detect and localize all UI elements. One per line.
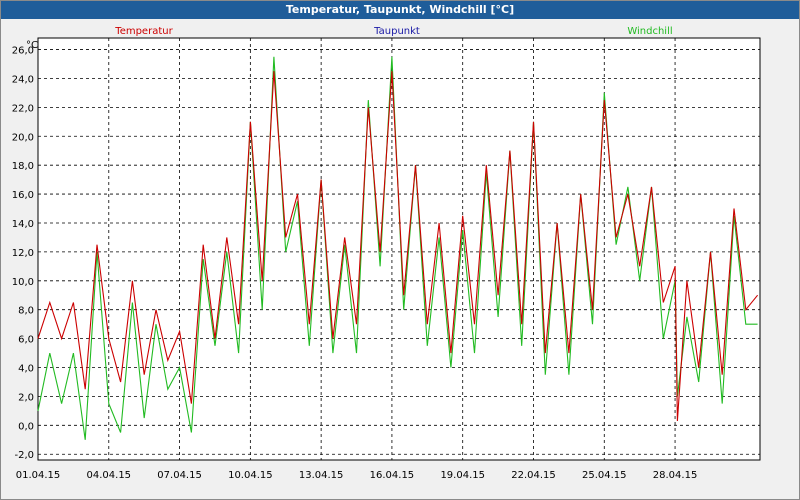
- y-tick-label: 22,0: [12, 103, 34, 114]
- legend-taupunkt: Taupunkt: [373, 26, 420, 37]
- y-tick-label: 6,0: [18, 335, 34, 346]
- x-tick-label: 10.04.15: [228, 470, 273, 481]
- y-tick-label: 16,0: [12, 190, 34, 201]
- x-tick-label: 16.04.15: [370, 470, 415, 481]
- y-tick-label: 26,0: [12, 46, 34, 57]
- y-axis: °C -2,00,02,04,06,08,010,012,014,016,018…: [12, 40, 38, 461]
- y-tick-label: 4,0: [18, 364, 34, 375]
- y-tick-label: 8,0: [18, 306, 34, 317]
- y-tick-label: -2,0: [14, 450, 34, 461]
- x-tick-label: 25.04.15: [582, 470, 627, 481]
- x-tick-label: 13.04.15: [299, 470, 344, 481]
- y-tick-label: 10,0: [12, 277, 34, 288]
- y-tick-label: 24,0: [12, 74, 34, 85]
- x-tick-label: 19.04.15: [440, 470, 485, 481]
- x-tick-label: 22.04.15: [511, 470, 556, 481]
- x-tick-label: 28.04.15: [653, 470, 698, 481]
- x-tick-label: 07.04.15: [157, 470, 202, 481]
- legend: Temperatur Taupunkt Windchill: [114, 26, 672, 37]
- y-tick-label: 18,0: [12, 161, 34, 172]
- y-tick-label: 20,0: [12, 132, 34, 143]
- legend-temperatur: Temperatur: [114, 26, 173, 37]
- x-tick-label: 04.04.15: [87, 470, 132, 481]
- legend-windchill: Windchill: [627, 26, 672, 37]
- y-tick-label: 12,0: [12, 248, 34, 259]
- y-tick-label: 2,0: [18, 392, 34, 403]
- x-axis: 01.04.15 04.04.15 07.04.15 10.04.15 13.04.15…: [16, 470, 698, 481]
- y-tick-label: 0,0: [18, 421, 34, 432]
- x-tick-label: 01.04.15: [16, 470, 61, 481]
- y-tick-label: 14,0: [12, 219, 34, 230]
- line-chart: °C -2,00,02,04,06,08,010,012,014,016,018…: [12, 26, 761, 481]
